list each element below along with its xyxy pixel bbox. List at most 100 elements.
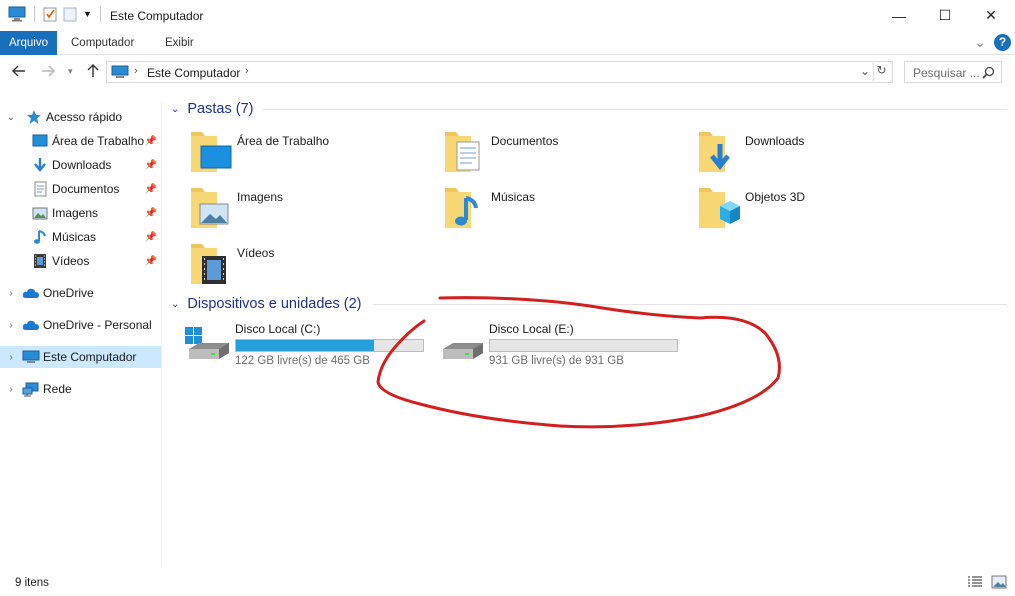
sidebar-item-acesso-rapido[interactable]: ⌄ Acesso rápido — [0, 106, 161, 128]
collapse-chevron-icon[interactable]: ⌄ — [5, 112, 17, 123]
view-toggle-group — [967, 575, 1007, 589]
pin-icon[interactable]: 📌 — [145, 256, 157, 267]
sidebar-item-area-de-trabalho[interactable]: Área de Trabalho 📌 — [0, 130, 161, 152]
breadcrumb-este-computador[interactable]: Este Computador — [147, 66, 240, 80]
maximize-button[interactable]: ☐ — [922, 0, 968, 31]
up-arrow-icon[interactable] — [86, 64, 100, 82]
expand-chevron-icon[interactable]: › — [5, 288, 17, 299]
videos-folder-icon — [191, 244, 226, 284]
computer-icon — [22, 349, 40, 365]
status-bar: 9 itens — [0, 572, 1015, 596]
star-icon — [25, 109, 43, 125]
toolbar-separator — [99, 6, 101, 22]
drive-usage-bar — [489, 339, 678, 352]
folder-tile-documentos[interactable]: Documentos — [442, 128, 692, 180]
sidebar-item-onedrive-personal[interactable]: › OneDrive - Personal — [0, 314, 161, 336]
sidebar-item-videos[interactable]: Vídeos 📌 — [0, 250, 161, 272]
expand-chevron-icon[interactable]: › — [5, 320, 17, 331]
music-note-icon — [31, 229, 49, 245]
folder-label: Documentos — [491, 134, 559, 148]
drive-tile-c[interactable]: Disco Local (C:) 122 GB livre(s) de 465 … — [185, 321, 435, 371]
large-icons-view-icon[interactable] — [991, 575, 1007, 589]
sidebar-item-imagens[interactable]: Imagens 📌 — [0, 202, 161, 224]
hard-drive-icon — [443, 343, 483, 359]
sidebar-item-label: Vídeos — [52, 254, 90, 268]
address-dropdown-chevron-icon[interactable]: ⌄ — [860, 64, 870, 78]
cloud-icon — [22, 285, 40, 301]
sidebar-item-onedrive[interactable]: › OneDrive — [0, 282, 161, 304]
folder-label: Área de Trabalho — [237, 134, 330, 148]
pin-icon[interactable]: 📌 — [145, 232, 157, 243]
file-list-view: ⌄ Pastas (7) Área de Trabalho Documentos… — [163, 92, 1015, 562]
search-placeholder: Pesquisar ... — [913, 66, 980, 80]
folder-label: Downloads — [745, 134, 805, 148]
folder-tile-videos[interactable]: Vídeos — [188, 240, 438, 292]
new-folder-icon[interactable] — [63, 6, 77, 22]
group-header-label: Pastas (7) — [187, 101, 254, 117]
folder-tile-downloads[interactable]: Downloads — [696, 128, 946, 180]
drive-usage-bar — [235, 339, 424, 352]
computer-icon[interactable] — [8, 6, 26, 22]
sidebar-item-label: OneDrive - Personal — [43, 318, 152, 332]
breadcrumb-separator-icon[interactable]: › — [134, 65, 138, 77]
pin-icon[interactable]: 📌 — [145, 184, 157, 195]
ribbon-controls: ⌄ ? — [974, 34, 1011, 51]
customize-toolbar-chevron-icon[interactable]: ▼ — [83, 9, 92, 19]
drive-name: Disco Local (C:) — [235, 322, 321, 336]
folder-tile-objetos-3d[interactable]: Objetos 3D — [696, 184, 946, 236]
pin-icon[interactable]: 📌 — [145, 208, 157, 219]
folder-tile-imagens[interactable]: Imagens — [188, 184, 438, 236]
title-bar: ▼ Este Computador — ☐ ✕ — [0, 0, 1015, 31]
sidebar-item-musicas[interactable]: Músicas 📌 — [0, 226, 161, 248]
group-collapse-chevron-icon[interactable]: ⌄ — [171, 104, 179, 115]
pin-icon[interactable]: 📌 — [145, 160, 157, 171]
windows-drive-icon — [185, 327, 229, 359]
sidebar-item-label: Este Computador — [43, 350, 137, 364]
search-input[interactable]: Pesquisar ... — [904, 61, 1002, 83]
forward-arrow-icon[interactable] — [41, 64, 55, 82]
film-icon — [31, 253, 49, 269]
cloud-icon — [22, 317, 40, 333]
computer-icon — [111, 65, 129, 78]
3d-objects-folder-icon — [699, 188, 740, 228]
details-view-icon[interactable] — [967, 575, 983, 589]
recent-locations-chevron-icon[interactable]: ▾ — [68, 66, 73, 77]
minimize-button[interactable]: — — [876, 0, 922, 31]
expand-ribbon-chevron-icon[interactable]: ⌄ — [974, 34, 986, 51]
download-arrow-icon — [31, 157, 49, 173]
properties-icon[interactable] — [43, 6, 57, 22]
tab-computador[interactable]: Computador — [62, 31, 143, 55]
tab-arquivo[interactable]: Arquivo — [0, 31, 57, 55]
back-arrow-icon[interactable] — [12, 64, 26, 82]
help-icon[interactable]: ? — [994, 34, 1011, 51]
expand-chevron-icon[interactable]: › — [5, 352, 17, 363]
breadcrumb-chevron-icon[interactable]: › — [245, 65, 249, 77]
folder-tile-area-de-trabalho[interactable]: Área de Trabalho — [188, 128, 438, 180]
sidebar-item-rede[interactable]: › Rede — [0, 378, 161, 400]
ribbon-tabs: Arquivo Computador Exibir ⌄ ? — [0, 31, 1015, 55]
folder-tile-musicas[interactable]: Músicas — [442, 184, 692, 236]
tab-exibir[interactable]: Exibir — [156, 31, 203, 55]
sidebar-item-label: Área de Trabalho — [52, 134, 145, 148]
drive-usage-fill — [236, 340, 374, 351]
folder-label: Vídeos — [237, 246, 275, 260]
drive-tile-e[interactable]: Disco Local (E:) 931 GB livre(s) de 931 … — [439, 321, 689, 371]
group-header-dispositivos[interactable]: ⌄ Dispositivos e unidades (2) — [171, 296, 361, 312]
window-title: Este Computador — [110, 9, 204, 23]
desktop-folder-icon — [191, 132, 232, 172]
documents-folder-icon — [445, 132, 480, 172]
sidebar-item-label: Rede — [43, 382, 72, 396]
search-icon[interactable] — [982, 66, 995, 79]
close-button[interactable]: ✕ — [968, 0, 1014, 31]
picture-icon — [31, 205, 49, 221]
pin-icon[interactable]: 📌 — [145, 136, 157, 147]
group-header-pastas[interactable]: ⌄ Pastas (7) — [171, 101, 253, 117]
address-bar[interactable]: › Este Computador › ⌄ ↻ — [106, 61, 893, 83]
expand-chevron-icon[interactable]: › — [5, 384, 17, 395]
sidebar-item-downloads[interactable]: Downloads 📌 — [0, 154, 161, 176]
sidebar-item-este-computador[interactable]: › Este Computador — [0, 346, 161, 368]
sidebar-item-label: OneDrive — [43, 286, 94, 300]
sidebar-item-documentos[interactable]: Documentos 📌 — [0, 178, 161, 200]
refresh-icon[interactable]: ↻ — [873, 63, 889, 81]
group-collapse-chevron-icon[interactable]: ⌄ — [171, 299, 179, 310]
